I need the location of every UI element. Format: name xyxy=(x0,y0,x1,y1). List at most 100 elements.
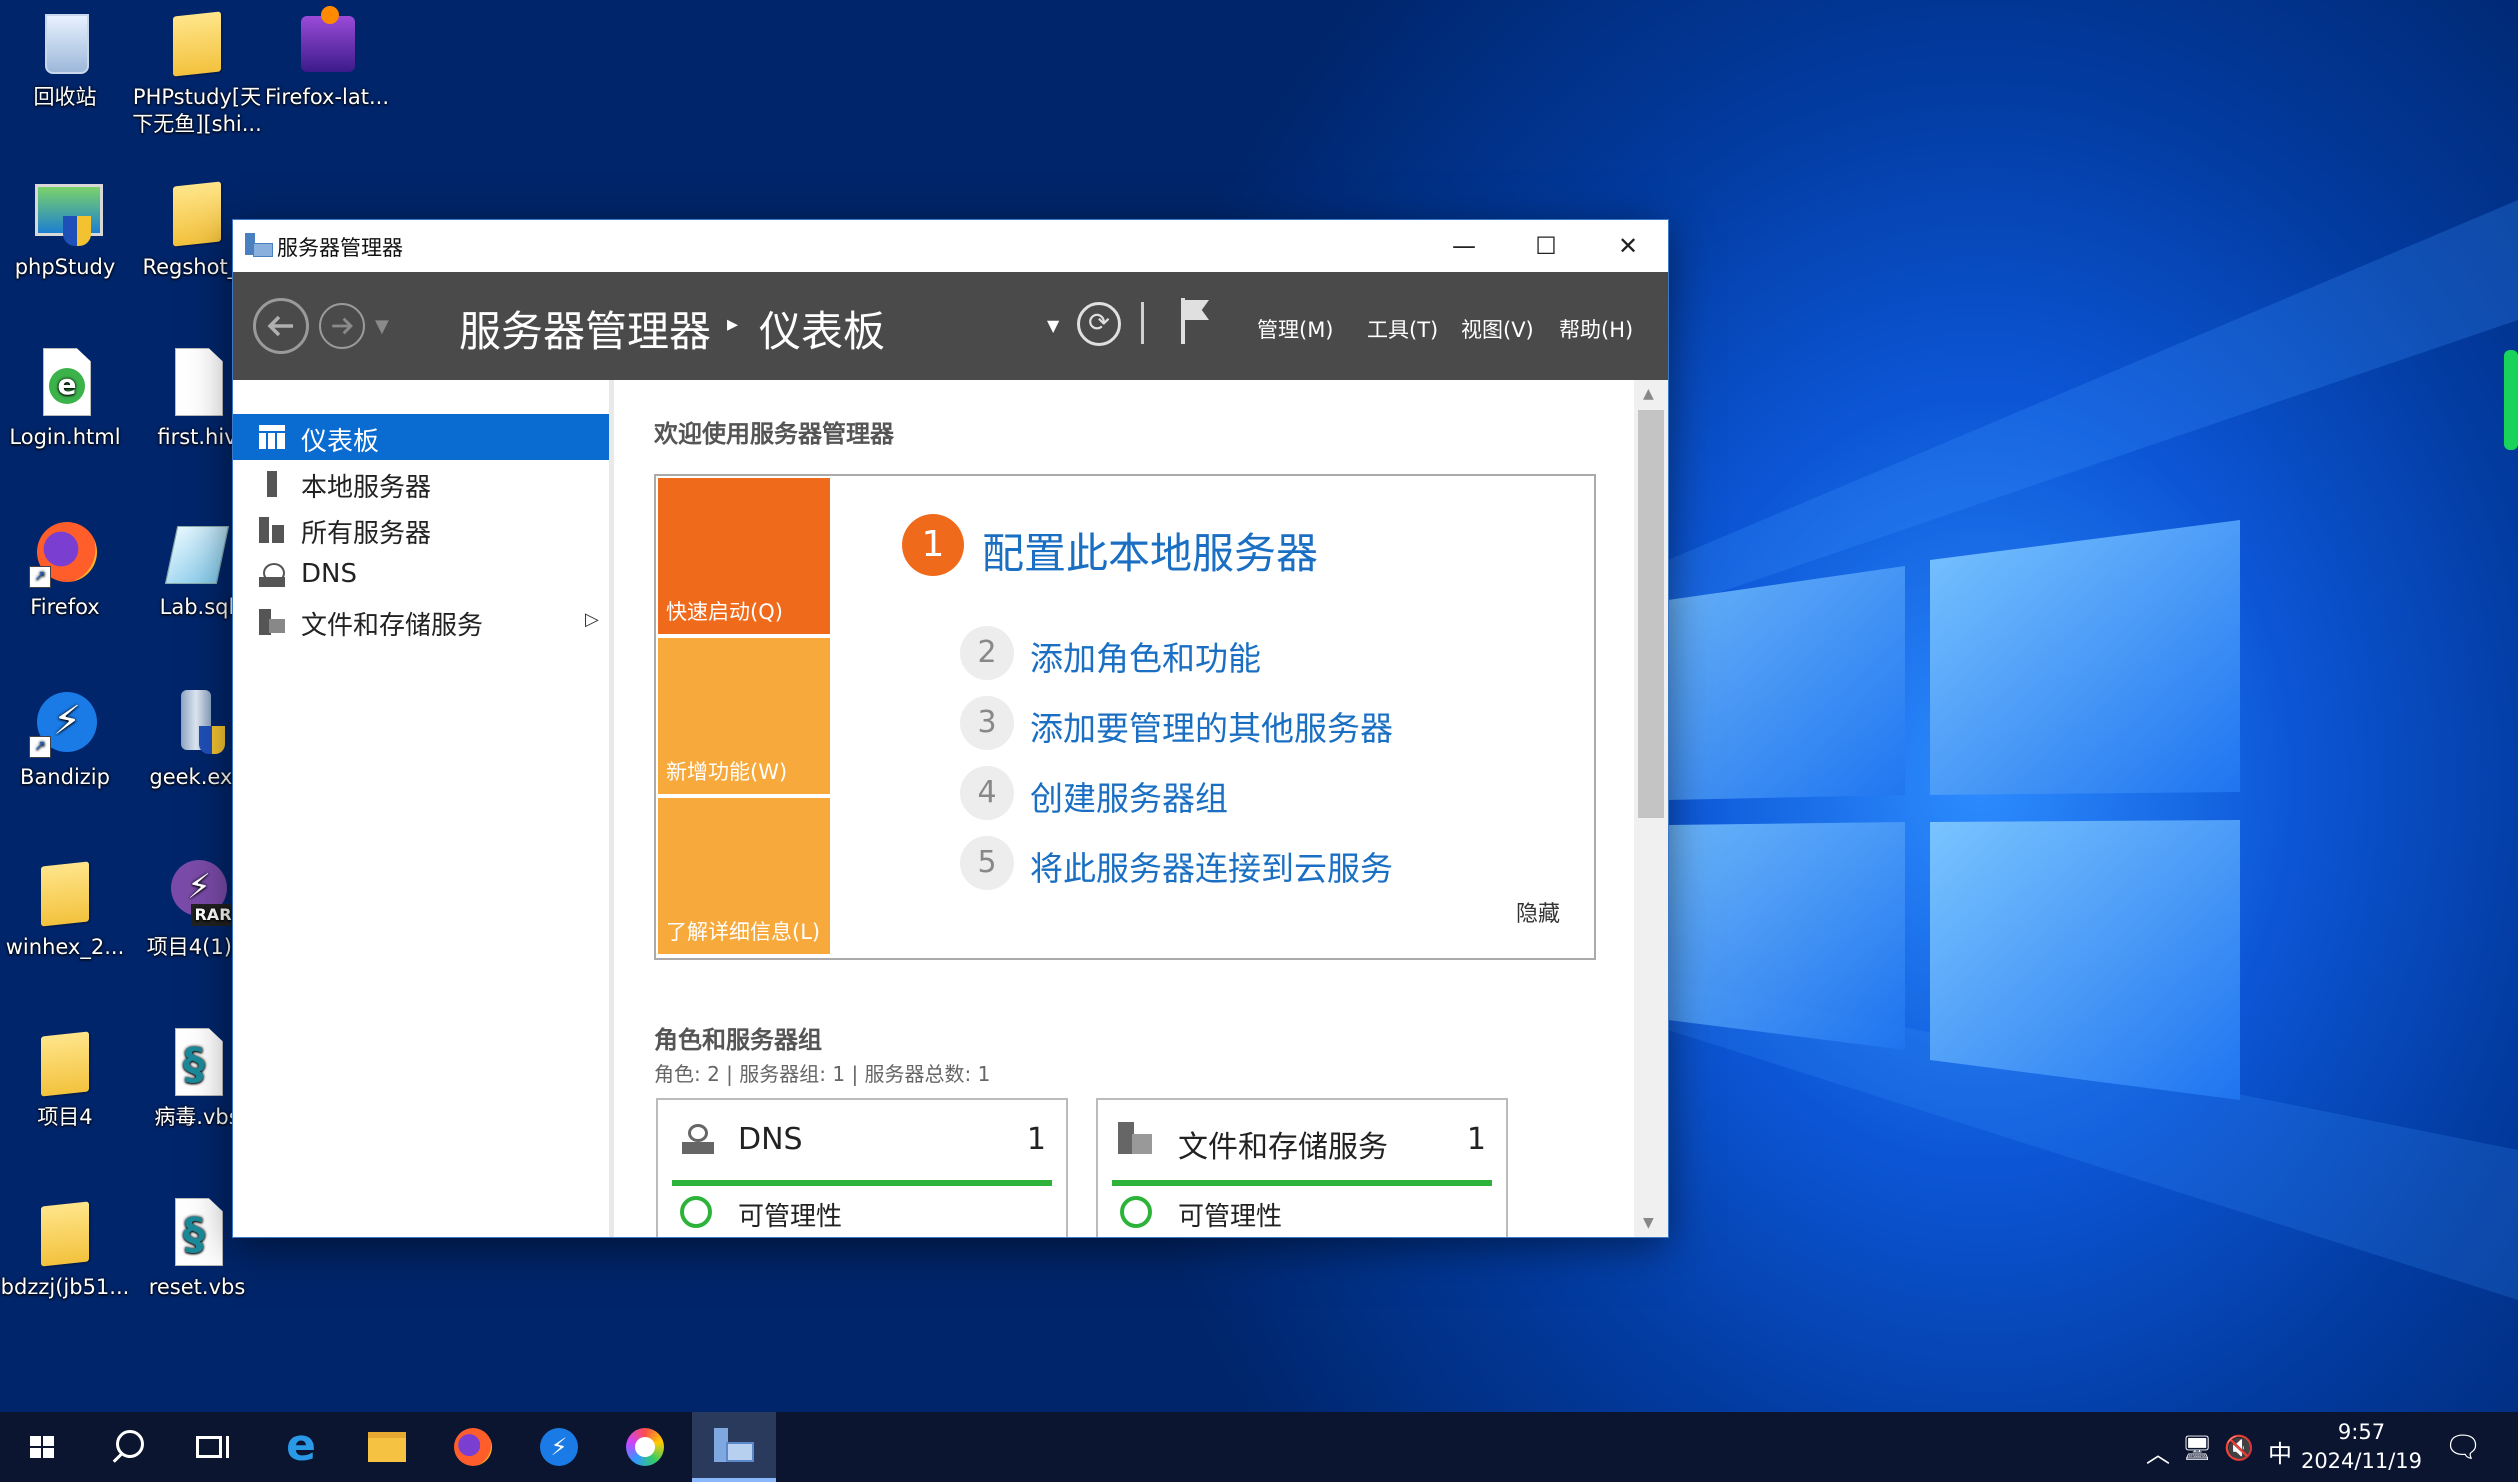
ie-icon: e xyxy=(286,1420,316,1471)
ime-indicator[interactable]: 中 xyxy=(2268,1434,2292,1469)
sidebar-item-local-server[interactable]: 本地服务器 xyxy=(233,460,609,506)
notifications-icon[interactable]: 🗨 xyxy=(2444,1430,2482,1465)
clock[interactable]: 9:57 2024/11/19 xyxy=(2301,1418,2422,1476)
folder-icon xyxy=(161,176,233,248)
dns-icon xyxy=(682,1124,714,1156)
task-view-button[interactable] xyxy=(172,1412,256,1482)
back-button[interactable] xyxy=(253,298,309,354)
edge-widget xyxy=(2504,350,2518,450)
file-storage-icon xyxy=(1118,1122,1154,1156)
firefox-icon xyxy=(454,1428,492,1466)
roles-summary: 角色: 2 | 服务器组: 1 | 服务器总数: 1 xyxy=(654,1062,991,1086)
phpstudy-icon xyxy=(29,176,103,248)
desktop-icon-bandizip[interactable]: ⚡ ↗ Bandizip xyxy=(0,686,130,791)
sidebar-item-file-storage[interactable]: 文件和存储服务 ▷ xyxy=(233,598,609,644)
desktop-icon-bdzzj-folder[interactable]: bdzzj(jb51... xyxy=(0,1196,130,1301)
role-card-dns[interactable]: DNS 1 可管理性 xyxy=(656,1098,1068,1237)
desktop-icon-recycle-bin[interactable]: 回收站 xyxy=(0,6,130,111)
tile-whats-new[interactable]: 新增功能(W) xyxy=(658,638,830,794)
bandizip-icon: ⚡ ↗ xyxy=(29,686,101,758)
welcome-heading: 欢迎使用服务器管理器 xyxy=(654,420,894,448)
rar-archive-icon: ⚡ RAR xyxy=(161,856,235,928)
expand-chevron-icon[interactable]: ▷ xyxy=(585,609,599,630)
desktop-icon-phpstudy[interactable]: phpStudy xyxy=(0,176,130,281)
folder-icon xyxy=(29,1196,101,1268)
back-arrow-icon xyxy=(267,315,293,337)
html-file-icon: e xyxy=(29,346,101,418)
taskbar-ie[interactable]: e xyxy=(258,1412,342,1482)
tray-overflow-icon[interactable]: ︿ xyxy=(2146,1434,2170,1469)
vbs-script-icon: § xyxy=(161,1026,233,1098)
breadcrumb-dropdown-icon[interactable]: ▼ xyxy=(1047,316,1059,335)
status-up-icon xyxy=(680,1196,712,1228)
menu-view[interactable]: 视图(V) xyxy=(1461,314,1534,344)
firefox-icon: ↗ xyxy=(29,516,101,588)
history-dropdown-icon[interactable]: ▼ xyxy=(375,316,389,337)
desktop-icon-login-html[interactable]: e Login.html xyxy=(0,346,130,451)
maximize-button[interactable]: ☐ xyxy=(1505,220,1587,272)
ai-browser-icon xyxy=(626,1428,664,1466)
rar-badge: RAR xyxy=(191,904,235,926)
step-number-badge: 1 xyxy=(902,514,964,576)
scroll-down-icon[interactable]: ▼ xyxy=(1643,1215,1654,1231)
task-view-icon xyxy=(196,1436,222,1458)
taskbar-file-explorer[interactable] xyxy=(344,1412,428,1482)
tile-learn-more[interactable]: 了解详细信息(L) xyxy=(658,798,830,954)
desktop-icon-project4-folder[interactable]: 项目4 xyxy=(0,1026,130,1131)
menu-manage[interactable]: 管理(M) xyxy=(1257,314,1334,344)
scroll-thumb[interactable] xyxy=(1638,410,1664,818)
server-manager-icon xyxy=(714,1428,754,1464)
hide-link[interactable]: 隐藏 xyxy=(1516,896,1560,928)
volume-muted-icon[interactable]: 🔇 xyxy=(2224,1434,2254,1462)
sql-file-icon xyxy=(161,516,233,588)
folder-icon xyxy=(161,6,233,78)
vertical-scrollbar[interactable]: ▲ ▼ xyxy=(1634,380,1668,1237)
forward-button[interactable] xyxy=(319,303,365,349)
clock-time: 9:57 xyxy=(2337,1420,2386,1444)
dashboard-icon xyxy=(259,425,285,449)
status-up-icon xyxy=(1120,1196,1152,1228)
server-manager-icon xyxy=(245,233,273,257)
installer-icon xyxy=(291,6,363,78)
tile-quick-start[interactable]: 快速启动(Q) xyxy=(658,478,830,634)
refresh-icon[interactable]: ⟳ xyxy=(1077,302,1121,346)
taskbar-firefox[interactable] xyxy=(430,1412,514,1482)
taskbar-ai-browser[interactable] xyxy=(602,1412,686,1482)
taskbar-server-manager[interactable] xyxy=(692,1412,776,1482)
file-icon xyxy=(161,346,233,418)
window-title: 服务器管理器 xyxy=(277,236,403,260)
status-bar xyxy=(672,1180,1052,1186)
title-bar[interactable]: 服务器管理器 — ☐ ✕ xyxy=(233,220,1668,272)
search-button[interactable] xyxy=(86,1412,170,1482)
file-storage-icon xyxy=(259,609,285,635)
minimize-button[interactable]: — xyxy=(1423,220,1505,272)
breadcrumb-current: 仪表板 xyxy=(759,307,886,356)
server-manager-window: 服务器管理器 — ☐ ✕ ▼ 服务器管理器 ▸ 仪表板 ▼ ⟳ 管理(M) 工具… xyxy=(233,220,1668,1237)
breadcrumb-root[interactable]: 服务器管理器 xyxy=(459,298,711,359)
desktop-icon-firefox-installer[interactable]: Firefox-lat... xyxy=(262,6,392,111)
folder-icon xyxy=(29,856,101,928)
sidebar-item-all-servers[interactable]: 所有服务器 xyxy=(233,506,609,552)
shortcut-arrow-icon: ↗ xyxy=(29,566,51,588)
close-button[interactable]: ✕ xyxy=(1587,220,1669,272)
file-explorer-icon xyxy=(368,1432,406,1462)
start-button[interactable] xyxy=(0,1412,84,1482)
desktop-icon-firefox[interactable]: ↗ Firefox xyxy=(0,516,130,621)
sidebar: 仪表板 本地服务器 所有服务器 DNS 文件和存储服务 ▷ xyxy=(233,380,614,1237)
sidebar-item-dashboard[interactable]: 仪表板 xyxy=(233,414,609,460)
sidebar-item-dns[interactable]: DNS xyxy=(233,552,609,598)
roles-heading: 角色和服务器组 xyxy=(654,1026,822,1054)
desktop-icon-winhex-folder[interactable]: winhex_2... xyxy=(0,856,130,961)
taskbar-bandizip[interactable]: ⚡ xyxy=(516,1412,600,1482)
breadcrumb-separator: ▸ xyxy=(727,312,739,337)
exe-icon xyxy=(161,686,233,758)
desktop-icon-phpstudy-folder[interactable]: PHPstudy[天下无鱼][shi... xyxy=(132,6,262,138)
role-card-file-storage[interactable]: 文件和存储服务 1 可管理性 xyxy=(1096,1098,1508,1237)
scroll-up-icon[interactable]: ▲ xyxy=(1643,386,1654,402)
status-bar xyxy=(1112,1180,1492,1186)
taskbar: e ⚡ ︿ 🖥 🔇 中 9:57 2024/11/19 🗨 xyxy=(0,1412,2518,1482)
menu-help[interactable]: 帮助(H) xyxy=(1559,314,1633,344)
menu-tools[interactable]: 工具(T) xyxy=(1367,314,1438,344)
network-icon[interactable]: 🖥 xyxy=(2182,1434,2212,1462)
recycle-bin-icon xyxy=(29,6,101,78)
